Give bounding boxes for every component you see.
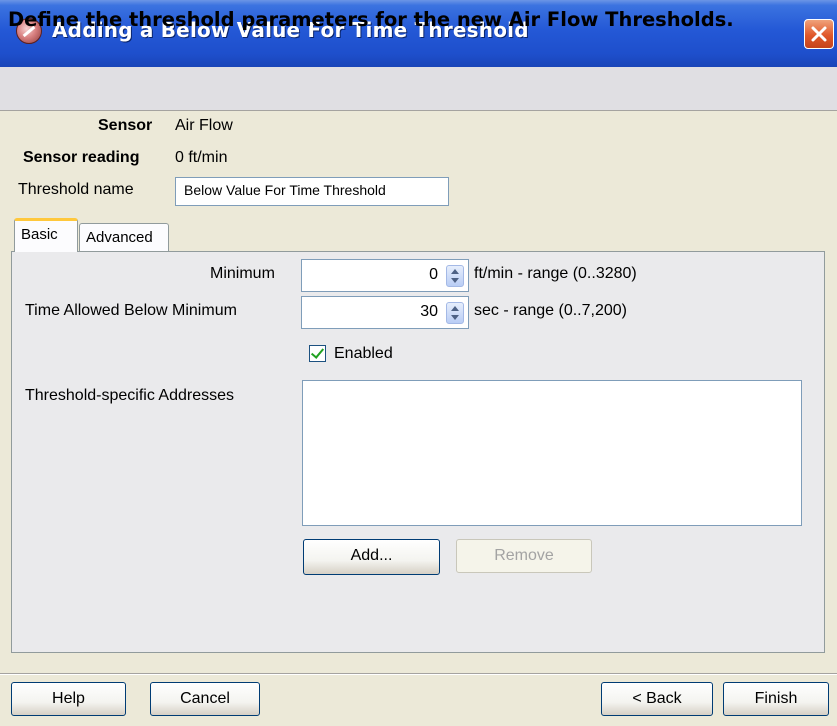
remove-address-button[interactable]: Remove — [456, 539, 592, 573]
close-button[interactable] — [804, 19, 834, 49]
addresses-label: Threshold-specific Addresses — [25, 387, 234, 404]
finish-button[interactable]: Finish — [723, 682, 829, 716]
enabled-checkbox[interactable] — [309, 345, 326, 362]
sensor-label: Sensor — [98, 117, 153, 134]
spin-icon[interactable] — [446, 302, 464, 324]
back-button[interactable]: < Back — [601, 682, 713, 716]
time-allowed-spinner[interactable]: 30 — [301, 296, 469, 329]
footer-separator-highlight — [0, 674, 837, 675]
help-button[interactable]: Help — [11, 682, 126, 716]
enabled-label[interactable]: Enabled — [334, 345, 393, 363]
threshold-name-input[interactable]: Below Value For Time Threshold — [175, 177, 449, 206]
page-heading: Define the threshold parameters for the … — [8, 8, 734, 31]
sensor-reading-label: Sensor reading — [23, 149, 140, 166]
minimum-value: 0 — [429, 266, 438, 283]
sensor-value: Air Flow — [175, 117, 233, 134]
tab-basic-label: Basic — [21, 226, 58, 243]
cancel-button[interactable]: Cancel — [150, 682, 260, 716]
addresses-list[interactable] — [302, 380, 802, 526]
spin-icon[interactable] — [446, 265, 464, 287]
close-icon — [811, 26, 827, 42]
minimum-spinner[interactable]: 0 — [301, 259, 469, 292]
tab-advanced[interactable]: Advanced — [79, 223, 169, 251]
minimum-label: Minimum — [210, 265, 275, 282]
tab-advanced-label: Advanced — [86, 229, 153, 246]
add-address-button[interactable]: Add... — [303, 539, 440, 575]
tab-basic[interactable]: Basic — [14, 218, 78, 252]
header-band — [0, 67, 837, 111]
sensor-reading-value: 0 ft/min — [175, 149, 228, 166]
minimum-unit: ft/min - range (0..3280) — [474, 265, 637, 282]
time-allowed-value: 30 — [420, 303, 438, 320]
time-allowed-label: Time Allowed Below Minimum — [25, 302, 237, 319]
threshold-name-label: Threshold name — [18, 181, 134, 198]
time-allowed-unit: sec - range (0..7,200) — [474, 302, 627, 319]
